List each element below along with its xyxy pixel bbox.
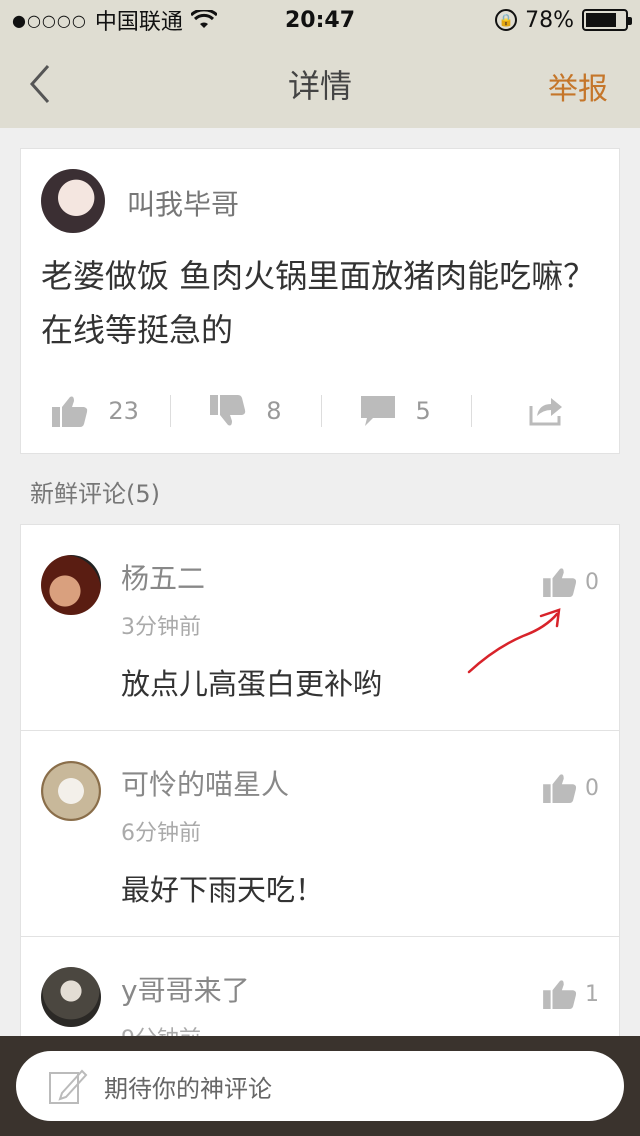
comment-like-button[interactable]: 1 — [543, 979, 599, 1009]
comment-input-placeholder: 期待你的神评论 — [104, 1074, 272, 1103]
battery-icon — [582, 9, 632, 31]
list-item: 可怜的喵星人 6分钟前 最好下雨天吃！ 0 — [20, 730, 620, 936]
comment-author[interactable]: 可怜的喵星人 — [121, 763, 289, 803]
wifi-icon — [190, 10, 217, 28]
comment-like-count: 1 — [585, 981, 599, 1007]
bottom-bar: 期待你的神评论 — [0, 1036, 640, 1136]
comment-author[interactable]: y哥哥来了 — [121, 969, 250, 1009]
rotation-lock-icon: 🔒 — [495, 9, 518, 31]
status-bar: ●○○○○ 中国联通 20:47 🔒 78% — [0, 0, 640, 40]
avatar[interactable] — [41, 967, 101, 1027]
comment-like-button[interactable]: 0 — [543, 567, 599, 597]
share-button[interactable] — [472, 396, 621, 426]
avatar[interactable] — [41, 761, 101, 821]
signal-strength-icon: ●○○○○ — [12, 10, 87, 30]
comment-text: 最好下雨天吃！ — [121, 873, 325, 907]
comment-author[interactable]: 杨五二 — [121, 557, 205, 597]
comments-section-label: 新鲜评论(5) — [30, 480, 160, 508]
like-button[interactable]: 23 — [21, 395, 170, 427]
comment-button[interactable]: 5 — [322, 396, 471, 426]
thumbs-down-icon — [210, 395, 246, 426]
report-button[interactable]: 举报 — [548, 64, 608, 108]
battery-percent: 78% — [525, 7, 574, 33]
dislike-count: 8 — [266, 397, 282, 425]
comment-text: 放点儿高蛋白更补哟 — [121, 667, 383, 701]
thumbs-up-icon — [52, 396, 88, 427]
carrier-name: 中国联通 — [94, 10, 183, 35]
post-card: 叫我毕哥 老婆做饭 鱼肉火锅里面放猪肉能吃嘛？在线等挺急的 23 8 5 — [20, 148, 620, 454]
comment-time: 3分钟前 — [121, 615, 201, 640]
comment-like-button[interactable]: 0 — [543, 773, 599, 803]
post-actions: 23 8 5 — [21, 383, 621, 439]
comment-count: 5 — [415, 397, 431, 425]
comment-input[interactable]: 期待你的神评论 — [16, 1051, 624, 1121]
share-icon — [529, 398, 563, 426]
list-item: 杨五二 3分钟前 放点儿高蛋白更补哟 0 — [20, 524, 620, 730]
comment-bubble-icon — [361, 396, 396, 426]
thumbs-up-icon — [543, 774, 577, 803]
comment-time: 6分钟前 — [121, 821, 201, 846]
comment-like-count: 0 — [585, 775, 599, 801]
pencil-edit-icon — [49, 1069, 88, 1104]
page-title: 详情 — [287, 67, 352, 105]
avatar[interactable] — [41, 169, 105, 233]
post-text: 老婆做饭 鱼肉火锅里面放猪肉能吃嘛？在线等挺急的 — [41, 257, 596, 349]
dislike-button[interactable]: 8 — [171, 395, 320, 427]
status-right: 🔒 78% — [495, 7, 632, 33]
status-left: ●○○○○ 中国联通 — [12, 4, 217, 36]
thumbs-up-icon — [543, 980, 577, 1009]
avatar[interactable] — [41, 555, 101, 615]
thumbs-up-icon — [543, 568, 577, 597]
like-count: 23 — [108, 397, 139, 425]
navigation-bar: 详情 举报 — [0, 40, 640, 128]
back-icon[interactable] — [22, 62, 62, 106]
comment-like-count: 0 — [585, 569, 599, 595]
post-author[interactable]: 叫我毕哥 — [127, 183, 239, 223]
